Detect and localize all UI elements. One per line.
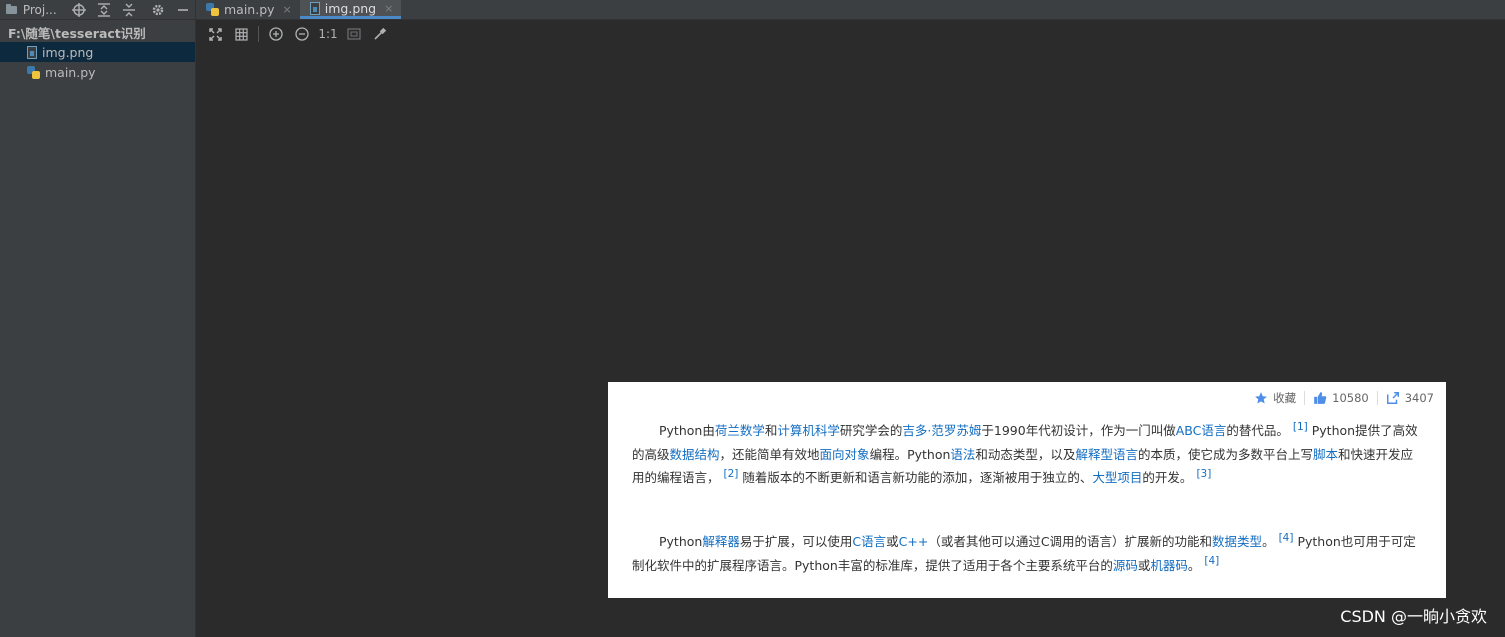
tab-main-py[interactable]: main.py × — [196, 0, 300, 19]
fit-window-icon[interactable] — [206, 25, 224, 43]
image-stats-bar: 收藏 10580 3407 — [1246, 390, 1442, 406]
tab-label: main.py — [224, 2, 275, 17]
text: 。 — [1262, 534, 1275, 549]
link[interactable]: 大型项目 — [1092, 470, 1142, 485]
text: 或 — [1137, 557, 1151, 573]
hide-icon[interactable] — [175, 2, 190, 18]
displayed-image: 收藏 10580 3407 Python由荷兰数学和计算机科学研究学会的吉多·范… — [608, 382, 1446, 598]
tree-folder-root[interactable]: F:\随笔\tesseract识别 — [0, 22, 195, 42]
text: （或者其他可以通过C调用的语言）扩展新的功能和 — [928, 534, 1213, 549]
actual-size-button[interactable]: 1:1 — [318, 25, 337, 43]
star-icon — [1255, 392, 1267, 404]
text: Python由 — [659, 423, 715, 438]
text: 的本质，使它成为多数平台上写 — [1137, 446, 1313, 462]
zoom-out-icon[interactable] — [293, 25, 311, 43]
text: Python — [659, 534, 703, 549]
text: ，还能简单有效地 — [719, 446, 820, 462]
link[interactable]: C语言 — [852, 534, 886, 549]
tree-item-label: F:\随笔\tesseract识别 — [8, 25, 146, 41]
link[interactable]: 解释器 — [702, 534, 740, 549]
text: 和 — [764, 423, 778, 438]
locate-icon[interactable] — [72, 2, 87, 18]
grid-icon[interactable] — [232, 25, 250, 43]
reference-marker[interactable]: [4] — [1279, 532, 1294, 544]
link[interactable]: 机器码 — [1150, 558, 1188, 573]
likes-count: 10580 — [1332, 391, 1369, 405]
tree-item-label: img.png — [42, 44, 94, 60]
text: 随着版本的不断更新和语言新功能的添加，逐渐被用于独立的、 — [742, 470, 1093, 485]
text: 易于扩展，可以使用 — [739, 534, 853, 549]
text: 。 — [1187, 557, 1201, 573]
text: 和动态类型，以及 — [975, 446, 1076, 462]
favorite-label: 收藏 — [1273, 391, 1297, 405]
text: 的替代品。 — [1226, 423, 1289, 438]
link[interactable]: ABC语言 — [1176, 423, 1227, 438]
link[interactable]: 解释型语言 — [1075, 447, 1138, 462]
watermark: CSDN @一晌小贪欢 — [1340, 607, 1487, 626]
link[interactable]: 面向对象 — [820, 447, 870, 462]
link[interactable]: 数据类型 — [1212, 534, 1262, 549]
python-file-icon — [206, 3, 219, 16]
zoom-in-icon[interactable] — [267, 25, 285, 43]
project-tree: F:\随笔\tesseract识别 img.png main.py — [0, 20, 195, 82]
close-icon[interactable]: × — [283, 3, 292, 16]
close-icon[interactable]: × — [384, 2, 393, 15]
link[interactable]: 脚本 — [1313, 447, 1338, 462]
thumbs-up-icon — [1314, 392, 1327, 404]
text: 编程。Python — [869, 446, 951, 462]
image-file-icon — [309, 1, 320, 15]
fit-zoom-icon[interactable] — [345, 25, 363, 43]
link[interactable]: 源码 — [1113, 558, 1138, 573]
link[interactable]: 语法 — [950, 447, 975, 462]
likes-stat: 10580 — [1304, 391, 1377, 405]
project-pane: Proj... F:\随笔\tesseract识别 img.png main.p… — [0, 0, 196, 637]
collapse-all-icon[interactable] — [121, 2, 136, 18]
tree-item-label: main.py — [45, 64, 96, 80]
favorite-stat: 收藏 — [1246, 390, 1304, 406]
image-viewer-toolbar: 1:1 — [196, 20, 393, 48]
paragraph-2: Python解释器易于扩展，可以使用C语言或C++（或者其他可以通过C调用的语言… — [632, 530, 1422, 577]
tree-file-main-py[interactable]: main.py — [0, 62, 195, 82]
share-icon — [1386, 392, 1399, 404]
paragraph-1: Python由荷兰数学和计算机科学研究学会的吉多·范罗苏姆于1990年代初设计，… — [632, 419, 1422, 490]
reference-marker[interactable]: [3] — [1196, 468, 1211, 480]
project-toolbar: Proj... — [0, 0, 195, 20]
folder-icon — [4, 2, 19, 18]
project-pane-title[interactable]: Proj... — [23, 3, 57, 17]
tab-img-png[interactable]: img.png × — [299, 0, 402, 19]
tab-label: img.png — [324, 0, 377, 16]
link[interactable]: 计算机科学 — [777, 423, 840, 438]
link[interactable]: 数据结构 — [670, 447, 720, 462]
link[interactable]: 吉多·范罗苏姆 — [902, 423, 981, 438]
shares-stat: 3407 — [1376, 391, 1442, 405]
text: 或 — [886, 534, 899, 549]
reference-marker[interactable]: [1] — [1293, 421, 1308, 433]
text: 于1990年代初设计，作为一门叫做 — [981, 423, 1176, 438]
expand-all-icon[interactable] — [97, 2, 112, 18]
gear-icon[interactable] — [150, 2, 165, 18]
link[interactable]: 荷兰数学 — [715, 423, 765, 438]
color-picker-icon[interactable] — [371, 25, 389, 43]
image-file-icon — [27, 45, 37, 59]
tree-file-img-png[interactable]: img.png — [0, 42, 195, 62]
python-file-icon — [27, 65, 40, 79]
text: 的开发。 — [1142, 470, 1193, 485]
shares-count: 3407 — [1404, 391, 1434, 405]
reference-marker[interactable]: [2] — [724, 468, 739, 480]
editor-tab-bar: main.py × img.png × — [196, 0, 1505, 20]
reference-marker[interactable]: [4] — [1204, 555, 1219, 567]
link[interactable]: C++ — [899, 534, 929, 549]
toolbar-divider — [258, 26, 259, 42]
text: 研究学会的 — [839, 423, 903, 438]
